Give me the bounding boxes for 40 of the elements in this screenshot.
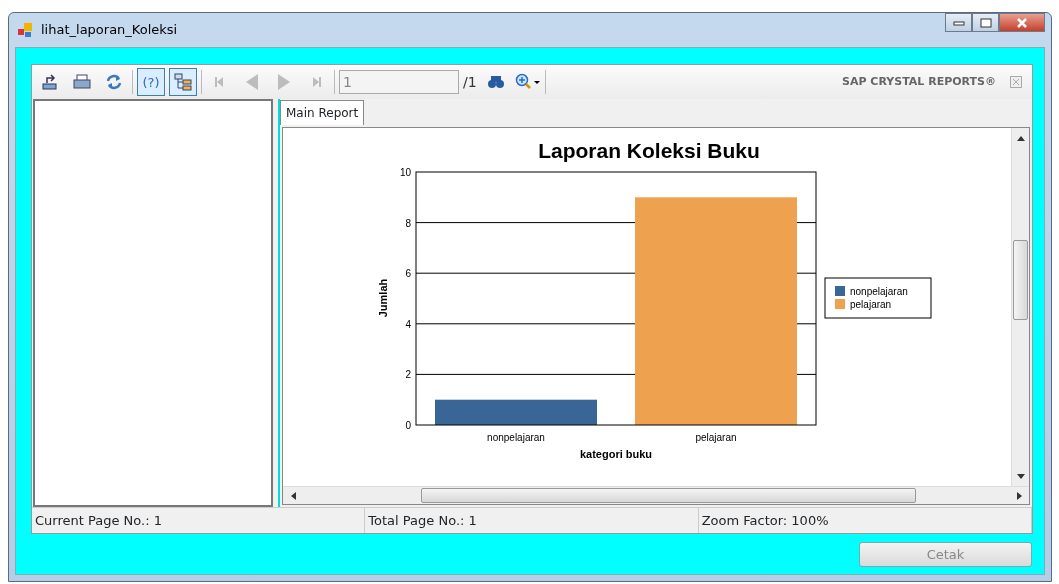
group-tree-icon — [174, 73, 192, 91]
y-tick-label: 6 — [405, 268, 411, 280]
scroll-thumb[interactable] — [1013, 240, 1028, 320]
scroll-thumb[interactable] — [421, 488, 916, 503]
refresh-icon — [105, 73, 123, 91]
page-total: /1 — [463, 72, 477, 92]
minimize-icon — [952, 19, 965, 26]
export-icon — [41, 73, 59, 91]
x-axis-label: kategori buku — [579, 448, 653, 460]
group-tree-button[interactable] — [169, 68, 197, 96]
report-tab[interactable]: Main Report — [280, 100, 365, 125]
status-text: Current Page No.: 1 — [32, 508, 366, 533]
maximize-button[interactable] — [972, 13, 999, 32]
x-tick-label: pelajaran — [695, 432, 737, 443]
y-tick-label: 10 — [399, 167, 411, 178]
y-tick-label: 8 — [405, 217, 411, 229]
page-number-field[interactable]: 1 — [339, 70, 459, 94]
help-button[interactable]: (?) — [137, 68, 165, 96]
vertical-scrollbar[interactable] — [1011, 128, 1029, 486]
close-icon — [1016, 17, 1028, 28]
app-icon — [17, 21, 33, 38]
y-axis-label: Jumlah — [377, 278, 389, 318]
zoom-icon[interactable] — [514, 73, 541, 91]
find-icon[interactable] — [486, 74, 505, 90]
status-text: Total Page No.: 1 — [365, 508, 699, 533]
brand-logo: SAP CRYSTAL REPORTS® — [842, 73, 996, 90]
x-tick-label: nonpelajaran — [487, 432, 545, 443]
maximize-icon — [979, 17, 992, 28]
minimize-button[interactable] — [945, 13, 972, 32]
horizontal-scrollbar[interactable] — [283, 486, 1029, 504]
close-button[interactable] — [999, 13, 1045, 32]
chart-title: Laporan Koleksi Buku — [538, 139, 760, 162]
y-tick-label: 0 — [405, 420, 411, 431]
legend-label: nonpelajaran — [850, 286, 908, 297]
legend-label: pelajaran — [850, 299, 892, 310]
y-tick-label: 2 — [405, 369, 411, 381]
printer-icon — [73, 73, 91, 91]
status-text: Zoom Factor: 100% — [698, 508, 1032, 533]
y-tick-label: 4 — [405, 318, 411, 330]
window-title: lihat_laporan_Koleksi — [41, 20, 178, 39]
